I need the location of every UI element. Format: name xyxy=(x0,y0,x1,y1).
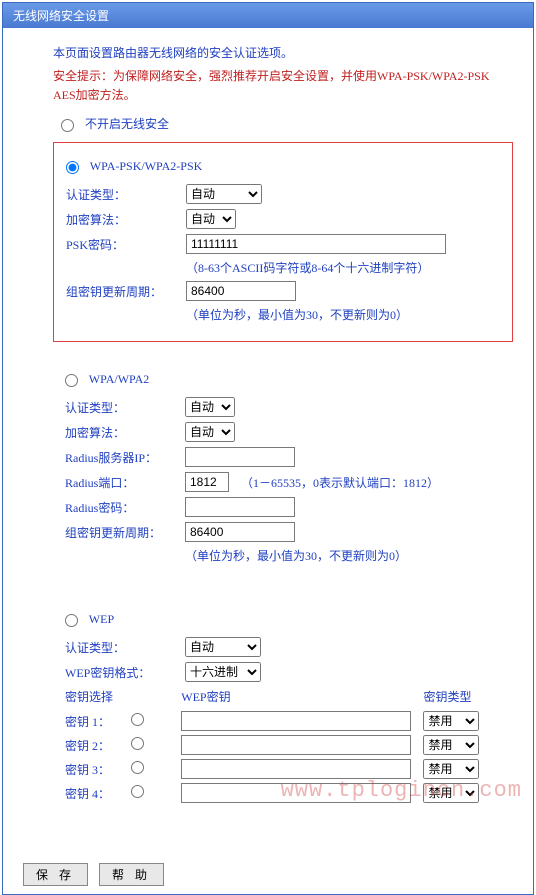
wpa-psk-rekey-label: 组密钥更新周期： xyxy=(66,283,186,300)
wep-key-row-2: 密钥 2： 禁用 xyxy=(65,735,501,755)
wep-key-4-label: 密钥 4： xyxy=(65,785,131,802)
wpa-psk-title: WPA-PSK/WPA2-PSK xyxy=(90,159,202,173)
wep-title: WEP xyxy=(89,612,114,626)
wpa-title: WPA/WPA2 xyxy=(89,372,149,386)
disable-security-label: 不开启无线安全 xyxy=(85,117,169,131)
security-warning: 安全提示：为保障网络安全，强烈推荐开启安全设置，并使用WPA-PSK/WPA2-… xyxy=(53,67,513,105)
wpa-auth-select[interactable]: 自动 xyxy=(185,397,235,417)
intro-text: 本页面设置路由器无线网络的安全认证选项。 xyxy=(53,44,513,61)
wpa-rekey-hint: （单位为秒，最小值为30，不更新则为0） xyxy=(185,547,501,564)
wpa-auth-label: 认证类型： xyxy=(65,399,185,416)
page-title: 无线网络安全设置 xyxy=(3,3,533,28)
wpa-psk-section: WPA-PSK/WPA2-PSK 认证类型： 自动 加密算法： 自动 PSK密码… xyxy=(53,142,513,342)
wpa-rekey-input[interactable] xyxy=(185,522,295,542)
psk-password-label: PSK密码： xyxy=(66,236,186,253)
wep-key-3-input[interactable] xyxy=(181,759,411,779)
wep-key-3-label: 密钥 3： xyxy=(65,761,131,778)
wep-auth-label: 认证类型： xyxy=(65,639,185,656)
watermark-text: www.tplogincn.com xyxy=(281,778,522,803)
radio-wep[interactable] xyxy=(65,614,78,627)
save-button[interactable]: 保 存 xyxy=(23,863,88,886)
wpa-psk-enc-label: 加密算法： xyxy=(66,211,186,228)
radius-ip-input[interactable] xyxy=(185,447,295,467)
wep-fmt-select[interactable]: 十六进制 xyxy=(185,662,261,682)
psk-password-input[interactable] xyxy=(186,234,446,254)
wep-key-2-radio[interactable] xyxy=(131,737,144,750)
radius-port-input[interactable] xyxy=(185,472,229,492)
radius-pw-input[interactable] xyxy=(185,497,295,517)
wep-key-1-type-select[interactable]: 禁用 xyxy=(423,711,479,731)
wpa-psk-rekey-input[interactable] xyxy=(186,281,296,301)
wep-key-2-label: 密钥 2： xyxy=(65,737,131,754)
wep-key-1-input[interactable] xyxy=(181,711,411,731)
wpa-enc-label: 加密算法： xyxy=(65,424,185,441)
wep-col-key: WEP密钥 xyxy=(181,688,423,705)
wpa-psk-enc-select[interactable]: 自动 xyxy=(186,209,236,229)
wpa-psk-auth-select[interactable]: 自动 xyxy=(186,184,262,204)
wep-key-1-radio[interactable] xyxy=(131,713,144,726)
wep-key-3-radio[interactable] xyxy=(131,761,144,774)
psk-hint: （8-63个ASCII码字符或8-64个十六进制字符） xyxy=(186,259,500,276)
wpa-rekey-label: 组密钥更新周期： xyxy=(65,524,185,541)
wep-key-row-1: 密钥 1： 禁用 xyxy=(65,711,501,731)
wep-key-1-label: 密钥 1： xyxy=(65,713,131,730)
radio-disable-security[interactable] xyxy=(61,119,74,132)
wpa-psk-auth-label: 认证类型： xyxy=(66,186,186,203)
radio-wpa[interactable] xyxy=(65,374,78,387)
wep-col-select: 密钥选择 xyxy=(65,688,181,705)
wep-key-3-type-select[interactable]: 禁用 xyxy=(423,759,479,779)
wep-auth-select[interactable]: 自动 xyxy=(185,637,261,657)
help-button[interactable]: 帮 助 xyxy=(99,863,164,886)
wpa-enc-select[interactable]: 自动 xyxy=(185,422,235,442)
radius-port-hint: （1－65535，0表示默认端口：1812） xyxy=(241,474,439,491)
wpa-section: WPA/WPA2 认证类型： 自动 加密算法： 自动 Radius服务器IP： … xyxy=(53,356,513,582)
radius-pw-label: Radius密码： xyxy=(65,499,185,516)
wep-key-2-type-select[interactable]: 禁用 xyxy=(423,735,479,755)
radio-wpa-psk[interactable] xyxy=(66,161,79,174)
wep-key-row-3: 密钥 3： 禁用 xyxy=(65,759,501,779)
wep-col-type: 密钥类型 xyxy=(423,688,501,705)
wep-fmt-label: WEP密钥格式： xyxy=(65,664,185,681)
wpa-psk-rekey-hint: （单位为秒，最小值为30，不更新则为0） xyxy=(186,306,500,323)
wep-key-2-input[interactable] xyxy=(181,735,411,755)
radius-port-label: Radius端口： xyxy=(65,474,185,491)
wep-key-4-radio[interactable] xyxy=(131,785,144,798)
radius-ip-label: Radius服务器IP： xyxy=(65,449,185,466)
